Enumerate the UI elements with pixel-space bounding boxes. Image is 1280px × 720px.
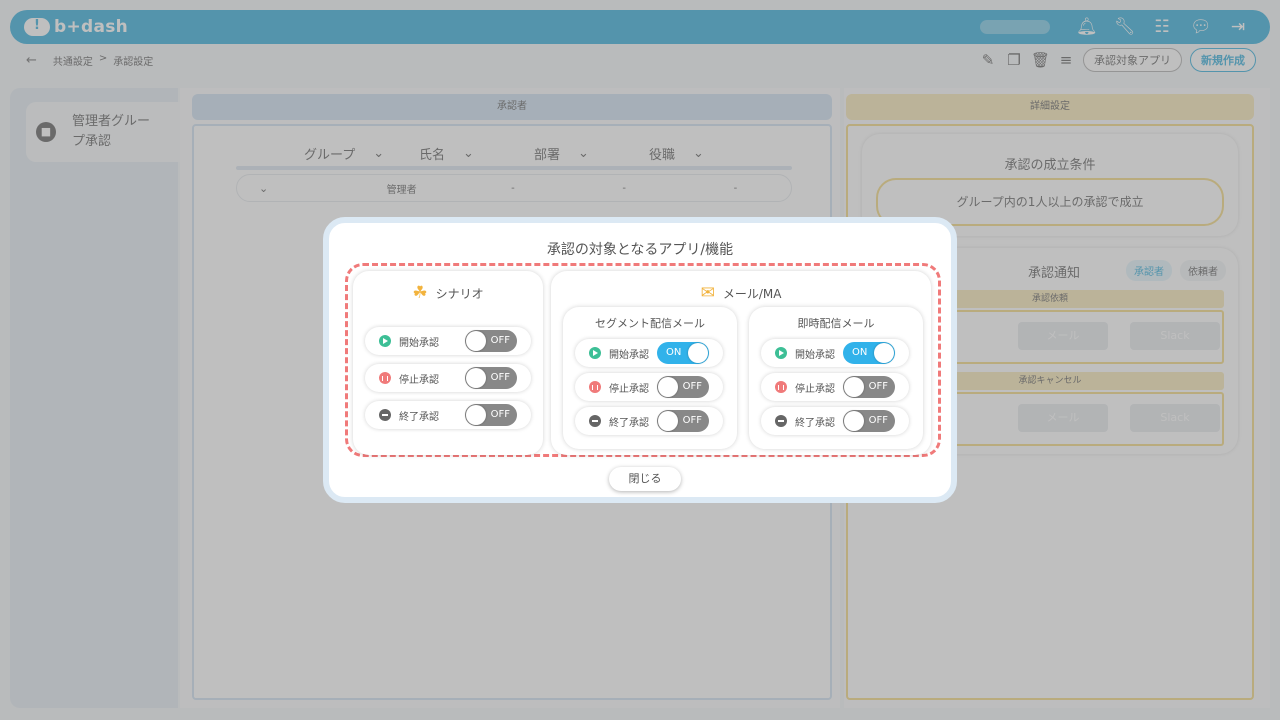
mail-envelope-icon: ✉ — [700, 283, 715, 303]
scenario-pause-toggle[interactable]: OFF — [465, 367, 517, 389]
instant-end-toggle[interactable]: OFF — [843, 410, 895, 432]
pause-icon — [379, 372, 391, 384]
scenario-icon: ☘ — [412, 283, 428, 303]
segment-start-toggle[interactable]: ON — [657, 342, 709, 364]
stop-icon — [379, 409, 391, 421]
instant-pause-toggle[interactable]: OFF — [843, 376, 895, 398]
segment-start-row: 開始承認 ON — [575, 339, 723, 367]
scenario-start-row: 開始承認 OFF — [365, 327, 531, 355]
pause-icon — [775, 381, 787, 393]
instant-start-toggle[interactable]: ON — [843, 342, 895, 364]
segment-mail-card: セグメント配信メール 開始承認 ON 停止承認 OFF 終了承認 OFF — [563, 307, 737, 449]
instant-pause-row: 停止承認 OFF — [761, 373, 909, 401]
scenario-start-toggle[interactable]: OFF — [465, 330, 517, 352]
pause-icon — [589, 381, 601, 393]
play-icon — [379, 335, 391, 347]
play-icon — [589, 347, 601, 359]
scenario-end-row: 終了承認 OFF — [365, 401, 531, 429]
segment-pause-toggle[interactable]: OFF — [657, 376, 709, 398]
modal-title: 承認の対象となるアプリ/機能 — [546, 242, 734, 258]
stop-icon — [589, 415, 601, 427]
close-button[interactable]: 閉じる — [609, 467, 681, 491]
instant-end-row: 終了承認 OFF — [761, 407, 909, 435]
scenario-card: ☘ シナリオ 開始承認 OFF 停止承認 OFF 終了承認 OFF — [353, 271, 543, 455]
mail-ma-card: ✉ メール/MA セグメント配信メール 開始承認 ON 停止承認 OFF 終了承… — [551, 271, 931, 455]
segment-mail-title: セグメント配信メール — [595, 317, 705, 330]
instant-start-row: 開始承認 ON — [761, 339, 909, 367]
approval-target-modal: 承認の対象となるアプリ/機能 ☘ シナリオ 開始承認 OFF 停止承認 OFF … — [323, 217, 957, 503]
instant-mail-title: 即時配信メール — [797, 317, 875, 330]
scenario-pause-row: 停止承認 OFF — [365, 364, 531, 392]
segment-pause-row: 停止承認 OFF — [575, 373, 723, 401]
segment-end-row: 終了承認 OFF — [575, 407, 723, 435]
segment-end-toggle[interactable]: OFF — [657, 410, 709, 432]
instant-mail-card: 即時配信メール 開始承認 ON 停止承認 OFF 終了承認 OFF — [749, 307, 923, 449]
scenario-title: ☘ シナリオ — [412, 283, 484, 303]
scenario-end-toggle[interactable]: OFF — [465, 404, 517, 426]
stop-icon — [775, 415, 787, 427]
play-icon — [775, 347, 787, 359]
mail-ma-title: ✉ メール/MA — [700, 283, 782, 303]
